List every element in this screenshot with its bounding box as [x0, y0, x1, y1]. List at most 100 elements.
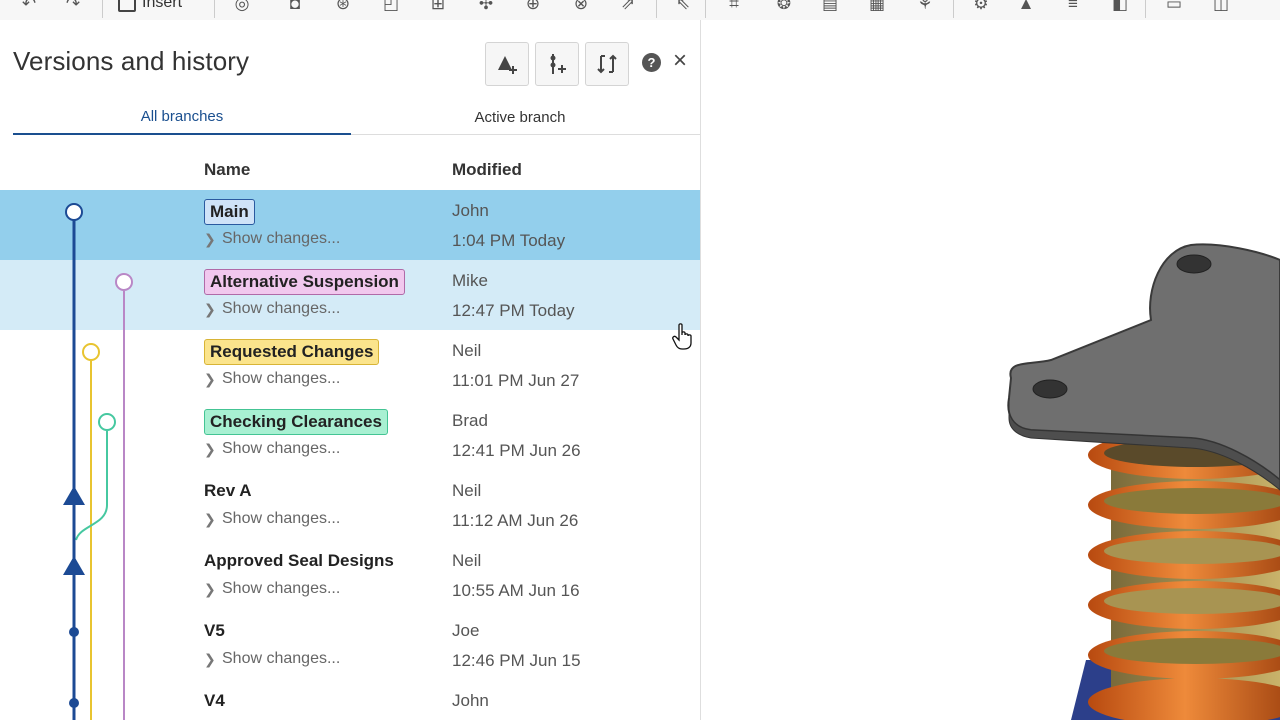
modified-by: Neil — [452, 551, 482, 570]
chevron-right-icon: ❯ — [204, 440, 216, 457]
modified-time: 12:46 PM Jun 15 — [452, 651, 581, 670]
mate-icon[interactable]: ▤ — [819, 0, 841, 14]
fillet-icon[interactable]: ◰ — [380, 0, 402, 14]
release-marker-icon[interactable] — [63, 556, 85, 575]
create-version-button[interactable] — [485, 42, 529, 86]
more-icon[interactable]: ▭ — [1163, 0, 1185, 14]
top-toolbar: ↶ ↷ Insert ◎ ◘ ⊛ ◰ ⊞ ✣ ⊕ ⊗ ⇗ ⇖ ⌗ ❂ ▤ ▦ ⚘… — [0, 0, 1280, 21]
show-changes-toggle[interactable]: ❯ Show changes... — [204, 440, 340, 458]
version-name: Main — [204, 199, 255, 225]
hole-icon[interactable]: ⊛ — [332, 0, 354, 14]
show-changes-label: Show changes... — [222, 650, 341, 667]
pattern-icon[interactable]: ✣ — [475, 0, 497, 14]
show-changes-toggle[interactable]: ❯ Show changes... — [204, 230, 340, 248]
insert-icon — [118, 0, 136, 12]
toolbar-divider — [102, 0, 103, 18]
version-name: V4 — [204, 691, 225, 710]
create-version-icon — [498, 56, 517, 74]
modified-by: Brad — [452, 411, 488, 430]
toolbar-divider — [1145, 0, 1146, 18]
show-changes-toggle[interactable]: ❯ Show changes... — [204, 510, 340, 528]
mirror-icon[interactable]: ⊕ — [522, 0, 544, 14]
show-changes-label: Show changes... — [222, 510, 341, 527]
version-node[interactable] — [82, 343, 100, 361]
show-changes-label: Show changes... — [222, 370, 341, 387]
show-changes-toggle[interactable]: ❯ Show changes... — [204, 300, 340, 318]
chevron-right-icon: ❯ — [204, 510, 216, 527]
modified-by: Neil — [452, 481, 482, 500]
show-changes-toggle[interactable]: ❯ Show changes... — [204, 580, 340, 598]
modified-time: 1:04 PM Today — [452, 231, 566, 250]
branch-graph — [63, 203, 133, 720]
modified-time: 11:01 PM Jun 27 — [452, 371, 580, 390]
modified-by: Mike — [452, 271, 488, 290]
assembly-icon[interactable]: ❂ — [773, 0, 795, 14]
gear-icon[interactable]: ⚙ — [970, 0, 992, 14]
extrude-icon[interactable]: ⊞ — [427, 0, 449, 14]
toolbar-divider — [953, 0, 954, 18]
show-changes-label: Show changes... — [222, 580, 341, 597]
bolt-hole — [1176, 254, 1212, 274]
show-changes-label: Show changes... — [222, 230, 341, 247]
version-name: Approved Seal Designs — [204, 551, 394, 570]
close-icon[interactable]: × — [669, 47, 691, 74]
version-node[interactable] — [115, 273, 133, 291]
modified-by: John — [452, 201, 489, 220]
modified-time: 12:47 PM Today — [452, 301, 575, 320]
compare-icon — [597, 54, 617, 74]
show-changes-toggle[interactable]: ❯ Show changes... — [204, 650, 340, 668]
shell-icon[interactable]: ◘ — [284, 0, 306, 14]
model-viewport[interactable] — [701, 20, 1280, 720]
version-name: Checking Clearances — [204, 409, 388, 435]
version-name: Alternative Suspension — [204, 269, 405, 295]
redo-icon[interactable]: ↷ — [62, 0, 84, 14]
compare-button[interactable] — [585, 42, 629, 86]
help-icon[interactable]: ? — [642, 53, 661, 72]
chevron-right-icon: ❯ — [204, 580, 216, 597]
show-changes-toggle[interactable]: ❯ Show changes... — [204, 370, 340, 388]
plane-icon[interactable]: ⌗ — [723, 0, 745, 14]
loft-icon[interactable]: ⇗ — [617, 0, 639, 14]
version-node[interactable] — [65, 203, 83, 221]
modified-time: 10:55 AM Jun 16 — [452, 581, 580, 600]
tab-active-branch[interactable]: Active branch — [351, 100, 689, 134]
chevron-right-icon: ❯ — [204, 300, 216, 317]
modified-by: Joe — [452, 621, 480, 640]
book-icon[interactable]: ◫ — [1210, 0, 1232, 14]
column-header-name[interactable]: Name — [204, 160, 250, 180]
chevron-right-icon: ❯ — [204, 650, 216, 667]
modified-time: 12:41 PM Jun 26 — [452, 441, 581, 460]
undo-icon[interactable]: ↶ — [18, 0, 40, 14]
create-branch-button[interactable] — [535, 42, 579, 86]
sketch-icon[interactable]: ⇖ — [672, 0, 694, 14]
release-marker-icon[interactable] — [63, 486, 85, 505]
hand-cursor-icon — [672, 323, 692, 350]
chevron-right-icon: ❯ — [204, 370, 216, 387]
insert-label: Insert — [142, 0, 183, 11]
modified-by: John — [452, 691, 489, 710]
sweep-icon[interactable]: ⊗ — [570, 0, 592, 14]
create-branch-icon — [550, 54, 566, 74]
revolve-icon[interactable]: ◎ — [231, 0, 253, 14]
version-node[interactable] — [98, 413, 116, 431]
version-name: Rev A — [204, 481, 252, 500]
version-name: V5 — [204, 621, 225, 640]
version-node[interactable] — [69, 698, 79, 708]
transform-icon[interactable]: ▦ — [866, 0, 888, 14]
version-name: Requested Changes — [204, 339, 380, 365]
show-changes-label: Show changes... — [222, 300, 341, 317]
version-node[interactable] — [69, 627, 79, 637]
export-icon[interactable]: ◧ — [1109, 0, 1131, 14]
toolbar-divider — [656, 0, 657, 18]
toolbar-divider — [214, 0, 215, 18]
column-header-modified[interactable]: Modified — [452, 160, 522, 180]
modified-time: 11:12 AM Jun 26 — [452, 511, 579, 530]
comb-icon[interactable]: ≡ — [1062, 0, 1084, 14]
modified-by: Neil — [452, 341, 482, 360]
suspension-model — [1007, 243, 1280, 720]
toolbar-divider — [705, 0, 706, 18]
bolt-hole — [1032, 379, 1068, 399]
measure-icon[interactable]: ⚘ — [914, 0, 936, 14]
simulation-icon[interactable]: ▲ — [1015, 0, 1037, 14]
insert-button[interactable]: Insert — [118, 0, 182, 14]
